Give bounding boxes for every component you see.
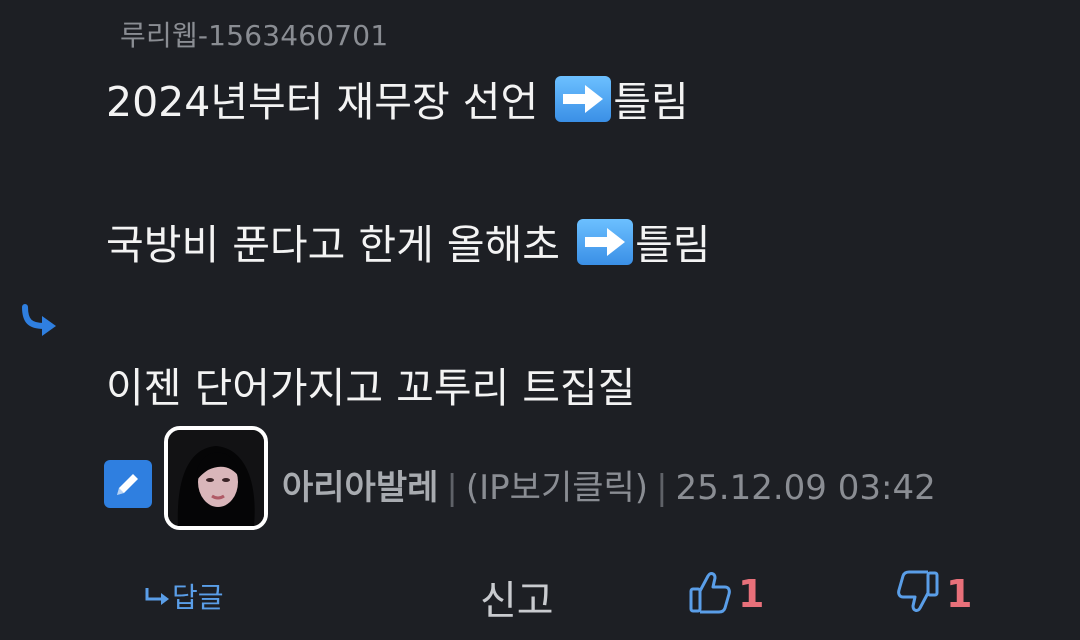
- reply-arrow-icon: [145, 588, 169, 605]
- avatar[interactable]: [164, 426, 268, 530]
- like-count: 1: [738, 572, 765, 616]
- comment-line-1: 2024년부터 재무장 선언 틀림: [106, 68, 689, 128]
- quoted-author-label: 루리웹-1563460701: [120, 19, 389, 52]
- dislike-button[interactable]: 1: [896, 568, 972, 618]
- like-button[interactable]: 1: [688, 568, 764, 618]
- reply-arrow-icon: [20, 303, 62, 343]
- comment-line-1-suffix: 틀림: [613, 78, 689, 126]
- right-arrow-emoji-icon: [555, 76, 612, 122]
- report-button[interactable]: 신고: [480, 568, 554, 626]
- comment-line-2: 국방비 푼다고 한게 올해초 틀림: [106, 211, 711, 271]
- right-arrow-emoji-icon: [577, 219, 634, 265]
- comment-line-2-text: 국방비 푼다고 한게 올해초: [106, 221, 561, 269]
- author-name[interactable]: 아리아발레: [282, 468, 438, 508]
- comment-line-1-text: 2024년부터 재무장 선언: [106, 78, 539, 126]
- ip-view-link[interactable]: (IP보기클릭): [466, 468, 648, 508]
- thumbs-up-icon: [689, 572, 731, 614]
- meta-separator: |: [446, 468, 458, 508]
- pencil-icon: [104, 460, 152, 508]
- thumbs-down-icon: [897, 570, 939, 612]
- comment-line-3: 이젠 단어가지고 꼬투리 트집질: [106, 364, 636, 412]
- comment-actions: 답글 신고 1 1: [0, 560, 1080, 630]
- comment-line-2-suffix: 틀림: [635, 221, 711, 269]
- reply-button[interactable]: 답글: [144, 576, 224, 616]
- meta-separator: |: [656, 468, 668, 508]
- meta-text: 아리아발레 | (IP보기클릭) | 25.12.09 03:42: [282, 460, 936, 509]
- comment-meta: 아리아발레 | (IP보기클릭) | 25.12.09 03:42: [104, 426, 1004, 534]
- dislike-count: 1: [946, 572, 973, 616]
- reply-label: 답글: [172, 581, 224, 614]
- timestamp: 25.12.09 03:42: [675, 468, 936, 508]
